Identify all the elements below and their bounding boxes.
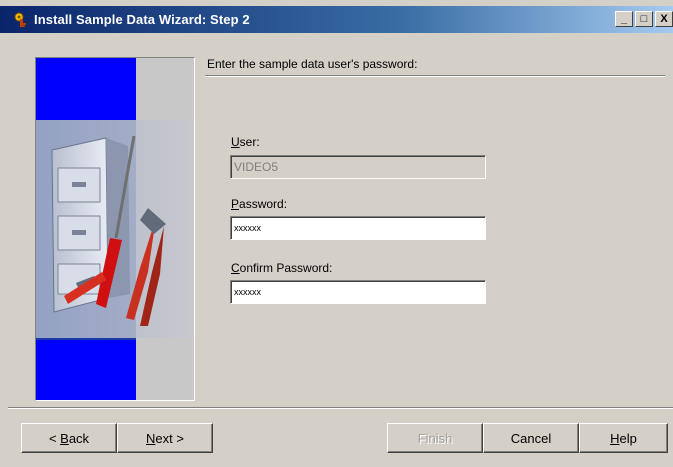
close-button[interactable]: X [655,11,673,27]
back-button[interactable]: < Back [21,423,117,453]
header-divider [205,75,665,77]
confirm-password-label: Confirm Password: [231,261,333,275]
password-label: Password: [231,197,288,211]
user-label: User: [231,135,260,149]
window-title: Install Sample Data Wizard: Step 2 [34,12,250,27]
next-button[interactable]: Next > [117,423,213,453]
help-button[interactable]: Help [579,423,668,453]
user-field: VIDEO5 [230,155,486,179]
wizard-side-image [35,57,195,401]
window-controls: _ □ X [613,11,673,27]
title-bar[interactable]: Install Sample Data Wizard: Step 2 _ □ X [0,6,673,33]
password-field[interactable]: xxxxxx [230,216,486,240]
instruction-text: Enter the sample data user's password: [207,57,418,71]
finish-button[interactable]: Finish [387,423,483,453]
maximize-button[interactable]: □ [635,11,653,27]
wizard-window: Install Sample Data Wizard: Step 2 _ □ X [0,0,673,467]
minimize-button[interactable]: _ [615,11,633,27]
app-key-icon [14,12,30,28]
confirm-password-field[interactable]: xxxxxx [230,280,486,304]
cancel-button[interactable]: Cancel [483,423,579,453]
footer-divider [8,407,673,409]
